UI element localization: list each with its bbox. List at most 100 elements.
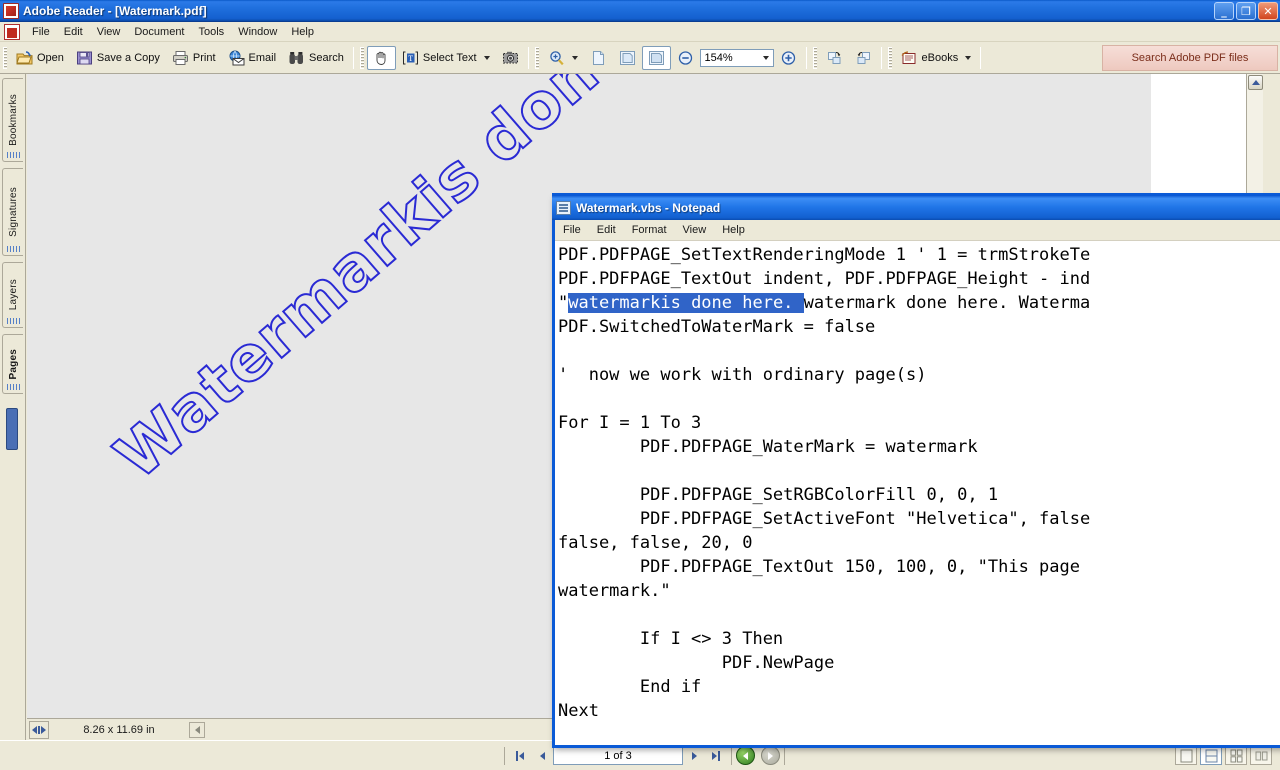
select-text-dropdown-icon[interactable] [483,55,490,60]
menu-file[interactable]: File [25,24,57,40]
first-page-button[interactable] [509,746,531,766]
search-button[interactable]: Search [282,46,350,70]
toolbar-grip-2[interactable] [359,46,364,69]
notepad-line: PDF.NewPage [558,653,835,673]
snapshot-tool-button[interactable] [496,46,525,70]
sidebar-tab-bookmarks[interactable]: Bookmarks [2,78,23,162]
previous-view-button[interactable] [736,746,755,765]
zoom-level-input[interactable]: 154% [699,48,774,67]
first-page-arrow-icon [519,751,524,760]
zoom-out-icon [678,50,692,65]
menu-document[interactable]: Document [127,24,191,40]
notepad-menu-file[interactable]: File [555,222,589,238]
rotate-clockwise-button[interactable] [820,46,849,70]
notepad-window[interactable]: Watermark.vbs - Notepad File Edit Format… [552,193,1280,748]
close-button[interactable]: ✕ [1258,2,1278,20]
rotate-clockwise-icon [827,51,841,64]
toolbar-separator-4 [880,46,882,69]
notepad-line [558,339,1280,363]
horizontal-scroll-left-button[interactable] [189,721,205,738]
toolbar-grip-3[interactable] [534,46,539,69]
next-view-button[interactable] [761,746,780,765]
toolbar-grip[interactable] [3,46,7,69]
continuous-facing-icon [1255,751,1267,760]
menu-help[interactable]: Help [284,24,321,40]
last-page-button[interactable] [705,746,727,766]
zoom-in-icon [781,50,795,65]
fit-width-button[interactable] [641,45,671,70]
navigation-pane-splitter[interactable] [6,408,18,450]
bookmarks-tab-grip [7,152,20,158]
scroll-up-arrow-icon [1251,80,1260,85]
minimize-button[interactable]: _ [1214,2,1234,20]
save-disk-icon [76,51,92,64]
pane-resize-grip[interactable] [29,720,49,739]
printer-icon [172,50,188,65]
actual-size-button[interactable] [584,46,613,70]
notepad-line: PDF.PDFPAGE_SetTextRenderingMode 1 ' 1 =… [558,245,1091,265]
select-text-button[interactable]: T Select Text [396,46,496,70]
zoom-level-dropdown-icon[interactable] [762,55,769,60]
single-page-layout-button[interactable] [1175,746,1197,765]
notepad-selected-text: watermarkis done here. [568,293,804,313]
notepad-line: If I <> 3 Then [558,629,784,649]
window-title: Adobe Reader - [Watermark.pdf] [23,3,207,18]
fit-page-button[interactable] [613,46,642,70]
notepad-text-editor[interactable]: PDF.PDFPAGE_SetTextRenderingMode 1 ' 1 =… [555,241,1280,745]
menu-view[interactable]: View [90,24,128,40]
sidebar-tab-signatures[interactable]: Signatures [2,168,23,256]
next-view-arrow-icon [768,751,773,760]
print-button[interactable]: Print [166,46,222,70]
page-size-label: 8.26 x 11.69 in [83,723,155,736]
previous-view-arrow-icon [743,751,748,760]
continuous-layout-button[interactable] [1200,746,1222,765]
notepad-menu-format[interactable]: Format [624,222,675,238]
select-text-label: Select Text [422,51,477,64]
toolbar-grip-4[interactable] [812,46,817,69]
search-adobe-pdf-files-box[interactable]: Search Adobe PDF files [1102,44,1278,71]
sidebar-tab-pages[interactable]: Pages [2,334,23,394]
next-page-button[interactable] [683,746,705,766]
facing-pages-icon [1230,749,1242,762]
toolbar-separator-2 [527,46,529,69]
ebooks-icon [901,50,916,64]
notepad-menu-help[interactable]: Help [714,222,753,238]
continuous-facing-layout-button[interactable] [1250,746,1272,765]
notepad-menu-edit[interactable]: Edit [589,222,624,238]
menu-window[interactable]: Window [231,24,284,40]
zoom-in-button[interactable] [774,46,803,70]
notepad-line: End if [558,677,702,697]
reader-toolbar: Open Save a Copy Print Email Search T Se… [0,42,1280,74]
notepad-line: false, false, 20, 0 [558,533,753,553]
page-actual-size-icon [592,50,604,65]
email-button[interactable]: Email [222,46,283,70]
reader-menubar: File Edit View Document Tools Window Hel… [0,22,1280,42]
menu-edit[interactable]: Edit [57,24,90,40]
sidebar-tab-layers[interactable]: Layers [2,262,23,328]
toolbar-grip-5[interactable] [887,46,892,69]
hand-tool-button[interactable] [366,45,396,70]
page-number-indicator[interactable]: 1 of 3 [553,746,683,765]
notepad-menu-view[interactable]: View [675,222,715,238]
restore-button[interactable]: ❐ [1236,2,1256,20]
menu-tools[interactable]: Tools [192,24,232,40]
zoom-tool-dropdown-icon[interactable] [571,55,578,60]
toolbar-separator-3 [805,46,807,69]
single-page-icon [1180,749,1192,762]
adobe-reader-icon [3,2,19,19]
save-a-copy-button[interactable]: Save a Copy [70,46,166,70]
ebooks-dropdown-icon[interactable] [965,55,972,60]
notepad-line: ' now we work with ordinary page(s) [558,365,927,385]
open-button[interactable]: Open [10,46,70,70]
zoom-out-button[interactable] [671,46,700,70]
page-fit-icon [619,50,635,65]
previous-page-button[interactable] [531,746,553,766]
zoom-tool-button[interactable] [542,46,584,70]
notepad-menubar: File Edit Format View Help [555,220,1280,241]
binoculars-icon [289,51,304,64]
ebooks-button[interactable]: eBooks [895,46,978,70]
facing-layout-button[interactable] [1225,746,1247,765]
print-label: Print [192,51,216,64]
scroll-up-button[interactable] [1248,75,1263,90]
rotate-counterclockwise-button[interactable] [849,46,878,70]
